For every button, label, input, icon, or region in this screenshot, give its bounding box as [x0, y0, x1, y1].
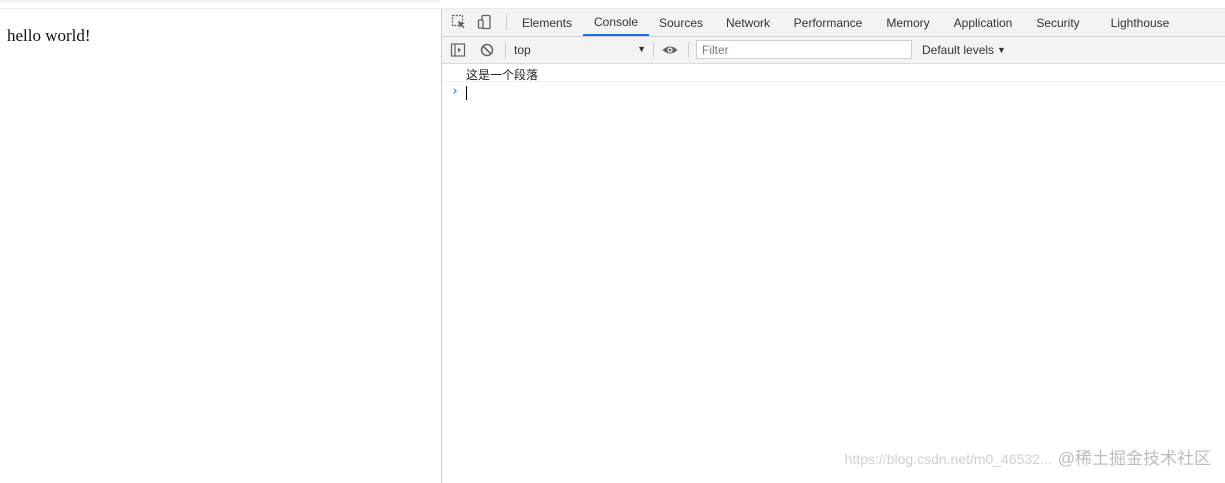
text-cursor [466, 86, 467, 100]
tab-console[interactable]: Console [583, 9, 649, 36]
console-message-text: 这是一个段落 [466, 68, 539, 82]
tab-security[interactable]: Security [1027, 9, 1089, 36]
show-sidebar-icon[interactable] [449, 41, 467, 59]
context-selector[interactable]: top ▼ [514, 41, 646, 59]
device-toolbar-icon[interactable] [476, 13, 494, 31]
tab-performance[interactable]: Performance [788, 9, 868, 36]
page-viewport: hello world! [0, 9, 441, 483]
tab-lighthouse[interactable]: Lighthouse [1104, 9, 1176, 36]
screen: hello world! Elements Console Sources Ne… [0, 0, 1225, 483]
browser-strip-highlight [0, 0, 440, 3]
page-text: hello world! [7, 26, 91, 45]
toolbar-separator [505, 42, 506, 58]
tab-sources[interactable]: Sources [653, 9, 709, 36]
log-levels-dropdown[interactable]: Default levels ▼ [922, 41, 1006, 59]
clear-console-icon[interactable] [478, 41, 496, 59]
toolbar-separator [688, 42, 689, 58]
caret-down-icon: ▼ [637, 44, 646, 54]
tab-memory[interactable]: Memory [878, 9, 938, 36]
context-selector-value: top [514, 43, 531, 57]
caret-down-icon: ▼ [997, 45, 1006, 55]
log-levels-label: Default levels [922, 43, 995, 57]
toolbar-separator [653, 42, 654, 58]
console-toolbar: top ▼ Default levels ▼ [442, 37, 1225, 64]
browser-top-strip [0, 0, 1225, 9]
tabbar-separator [506, 14, 507, 31]
console-prompt[interactable]: › [442, 84, 1225, 102]
console-output[interactable]: 这是一个段落 › [442, 64, 1225, 483]
live-expression-icon[interactable] [661, 41, 679, 59]
filter-input[interactable] [696, 40, 912, 59]
devtools-panel: Elements Console Sources Network Perform… [441, 9, 1225, 483]
inspect-element-icon[interactable] [450, 13, 468, 31]
console-message: 这是一个段落 [442, 64, 1225, 82]
devtools-tabbar: Elements Console Sources Network Perform… [442, 9, 1225, 37]
tab-network[interactable]: Network [718, 9, 778, 36]
prompt-chevron-icon: › [451, 84, 459, 99]
tab-elements[interactable]: Elements [514, 9, 580, 36]
tab-application[interactable]: Application [947, 9, 1019, 36]
